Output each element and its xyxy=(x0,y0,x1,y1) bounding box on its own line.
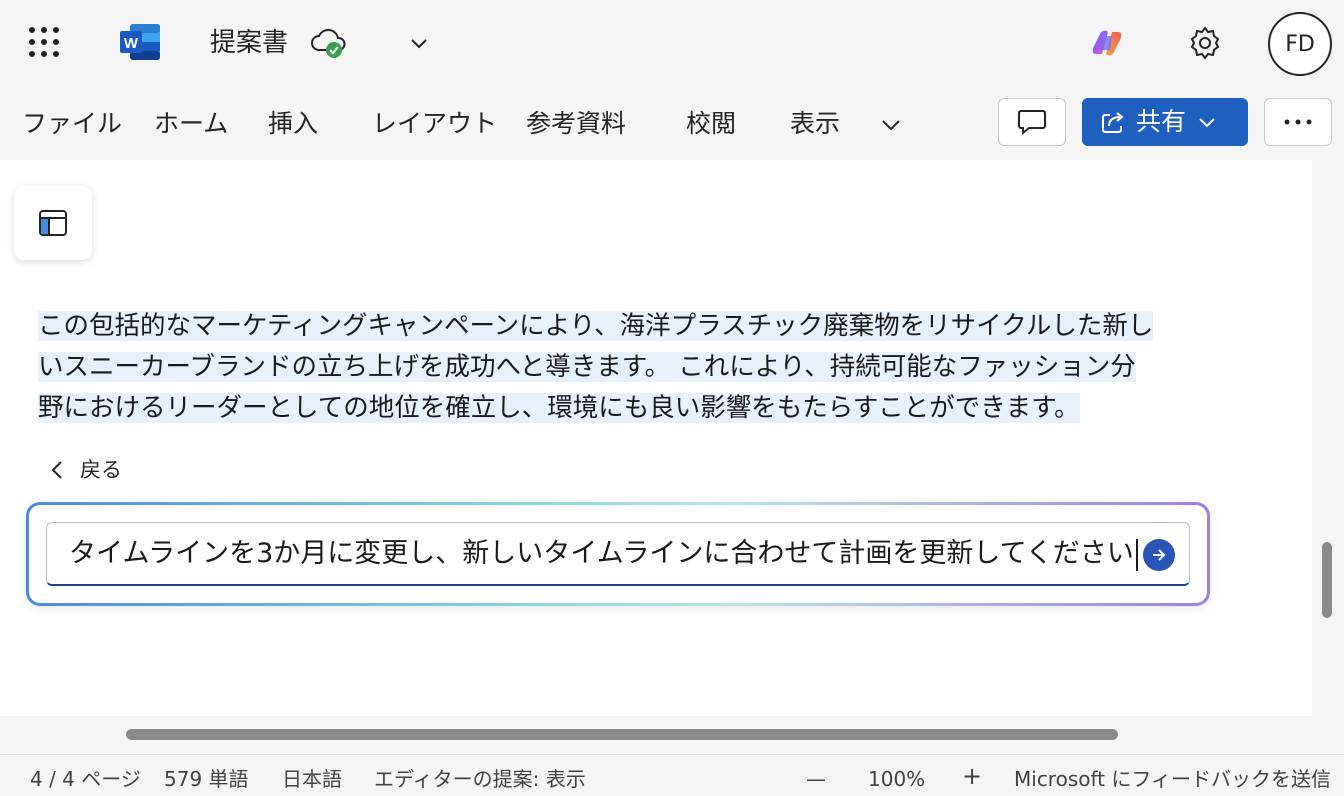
navigation-pane-button[interactable] xyxy=(14,186,92,260)
share-button[interactable]: 共有 xyxy=(1082,98,1248,146)
page-count: 4 / 4 ページ xyxy=(30,767,141,791)
arrow-right-icon xyxy=(1153,549,1166,561)
paragraph-line: 野におけるリーダーとしての地位を確立し、環境にも良い影響をもたらすことができます… xyxy=(38,388,1278,429)
document-title[interactable]: 提案書 xyxy=(210,24,288,62)
editor-suggestions[interactable]: エディターの提案: 表示 xyxy=(374,765,586,793)
selected-text: いスニーカーブランドの立ち上げを成功へと導きます。 これにより、持続可能なファッ… xyxy=(38,352,1136,382)
tab-review[interactable]: 校閲 xyxy=(686,106,736,142)
back-label: 戻る xyxy=(80,458,122,482)
tab-view[interactable]: 表示 xyxy=(790,106,840,142)
chevron-down-icon[interactable] xyxy=(408,32,430,54)
zoom-out-button[interactable]: — xyxy=(806,765,826,793)
more-tabs-chevron-icon[interactable] xyxy=(878,112,904,138)
paragraph-line: いスニーカーブランドの立ち上げを成功へと導きます。 これにより、持続可能なファッ… xyxy=(38,347,1278,388)
title-bar: W 提案書 FD xyxy=(0,0,1344,88)
comment-icon xyxy=(1018,110,1046,136)
tab-layout[interactable]: レイアウト xyxy=(372,106,497,142)
tab-home[interactable]: ホーム xyxy=(154,106,228,142)
vertical-scrollbar-thumb[interactable] xyxy=(1322,542,1332,618)
ribbon: ファイル ホーム 挿入 レイアウト 参考資料 校閲 表示 共有 xyxy=(0,88,1344,160)
language-indicator[interactable]: 日本語 xyxy=(282,765,342,793)
tab-file[interactable]: ファイル xyxy=(22,106,122,142)
app-launcher-icon[interactable] xyxy=(28,26,60,58)
word-count[interactable]: 579 単語 xyxy=(164,765,249,793)
word-icon[interactable]: W xyxy=(118,22,162,62)
copilot-prompt-input[interactable]: タイムラインを3か月に変更し、新しいタイムラインに合わせて計画を更新してください xyxy=(46,522,1190,586)
settings-gear-icon[interactable] xyxy=(1186,24,1224,62)
document-paragraph[interactable]: この包括的なマーケティングキャンペーンにより、海洋プラスチック廃棄物をリサイクル… xyxy=(38,306,1278,429)
sidebar-layout-icon xyxy=(39,210,67,236)
copilot-prompt-box: タイムラインを3か月に変更し、新しいタイムラインに合わせて計画を更新してください xyxy=(26,502,1210,606)
back-button[interactable]: 戻る xyxy=(50,456,122,484)
send-button[interactable] xyxy=(1143,539,1175,571)
paragraph-line: この包括的なマーケティングキャンペーンにより、海洋プラスチック廃棄物をリサイクル… xyxy=(38,306,1278,347)
ellipsis-icon xyxy=(1284,119,1312,125)
prompt-value: タイムラインを3か月に変更し、新しいタイムラインに合わせて計画を更新してください xyxy=(69,538,1134,569)
document-canvas[interactable]: この包括的なマーケティングキャンペーンにより、海洋プラスチック廃棄物をリサイクル… xyxy=(0,160,1312,716)
word-logo-letter: W xyxy=(124,35,139,52)
chevron-left-icon xyxy=(51,461,62,479)
horizontal-scrollbar-thumb[interactable] xyxy=(126,729,1118,740)
selected-text: 野におけるリーダーとしての地位を確立し、環境にも良い影響をもたらすことができます… xyxy=(38,393,1080,423)
copilot-icon[interactable] xyxy=(1088,24,1126,62)
status-bar: 4 / 4 ページ 579 単語 日本語 エディターの提案: 表示 — 100%… xyxy=(0,754,1344,796)
tab-references[interactable]: 参考資料 xyxy=(526,106,626,142)
cloud-check-icon[interactable] xyxy=(310,26,346,60)
share-icon xyxy=(1102,112,1124,133)
chevron-down-icon xyxy=(1199,118,1215,128)
feedback-link[interactable]: Microsoft にフィードバックを送信 xyxy=(1014,765,1331,793)
zoom-in-button[interactable]: + xyxy=(962,762,982,790)
copilot-prompt-inner: タイムラインを3か月に変更し、新しいタイムラインに合わせて計画を更新してください xyxy=(29,505,1207,603)
text-caret xyxy=(1135,538,1138,571)
vertical-scrollbar[interactable] xyxy=(1312,160,1344,716)
share-label: 共有 xyxy=(1136,107,1187,136)
comments-button[interactable] xyxy=(998,98,1066,146)
user-avatar[interactable]: FD xyxy=(1268,12,1332,76)
more-options-button[interactable] xyxy=(1264,98,1332,146)
prompt-text: タイムラインを3か月に変更し、新しいタイムラインに合わせて計画を更新してください xyxy=(69,535,1138,573)
selected-text: この包括的なマーケティングキャンペーンにより、海洋プラスチック廃棄物をリサイクル… xyxy=(38,311,1154,341)
zoom-level[interactable]: 100% xyxy=(868,765,925,793)
tab-insert[interactable]: 挿入 xyxy=(268,106,318,142)
